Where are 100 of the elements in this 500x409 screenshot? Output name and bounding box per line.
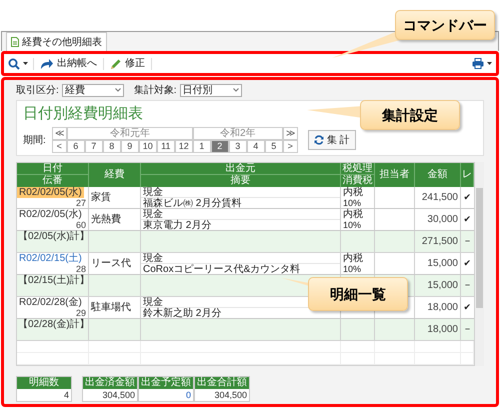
pencil-icon	[110, 58, 122, 70]
filter-label: 取引区分:	[16, 84, 59, 96]
callout-label: コマンドバー	[395, 10, 495, 40]
date-cell[interactable]: R02/02/05(水)	[19, 187, 82, 198]
printer-icon	[472, 58, 484, 69]
column-header: 税処理	[341, 163, 374, 175]
total-label: 出金合計額	[195, 377, 249, 389]
subtotal-label: 【02/15(土)計】	[17, 275, 91, 287]
total-value[interactable]: 0	[139, 389, 193, 401]
status-mark: −	[464, 280, 470, 291]
month-button[interactable]: 2	[210, 140, 229, 153]
search-button[interactable]	[8, 58, 34, 70]
aggregate-button[interactable]: 集 計	[308, 130, 356, 150]
toolbar-button[interactable]: 修正	[110, 58, 152, 70]
memo-cell-text: CoRoxコピーリース代&カウンタ料	[142, 264, 302, 275]
period-label: 期間:	[23, 134, 46, 146]
amount-cell: 15,000	[427, 258, 458, 269]
month-button[interactable]: 12	[174, 140, 193, 153]
caret-icon	[23, 62, 28, 65]
month-button[interactable]: 8	[102, 140, 121, 153]
year-header: 令和2年	[192, 127, 283, 140]
slip-number: 28	[74, 264, 87, 274]
date-cell[interactable]: R02/02/28(金)	[19, 297, 82, 308]
search-icon	[8, 58, 20, 70]
curved-arrow-icon	[40, 58, 54, 70]
check-mark: ✔	[464, 302, 472, 313]
column-header: 消費税	[342, 175, 374, 186]
total-value: 304,500	[83, 389, 137, 401]
source-cell: 現金	[141, 253, 340, 264]
memo-cell-text: 鈴木新之助 2月分	[142, 308, 222, 319]
expense-cell-text: 光熱費	[90, 214, 122, 225]
amount-cell: 241,500	[422, 192, 458, 203]
tax-cell-text: 内税	[342, 253, 364, 264]
month-button[interactable]: 9	[120, 140, 139, 153]
total-value: 304,500	[195, 389, 249, 401]
status-mark: −	[464, 236, 470, 247]
callout-label: 明細一覧	[308, 277, 408, 311]
chevron-down-icon	[114, 88, 121, 92]
month-button[interactable]: 4	[246, 140, 265, 153]
subtotal-amount: 15,000	[427, 280, 458, 291]
tax-cell-text: 内税	[342, 209, 364, 220]
slip-number: 60	[74, 220, 87, 230]
memo-cell-text: 福森ビル㈱ 2月分賃料	[142, 198, 242, 209]
dropdown[interactable]: 日付別	[180, 84, 242, 96]
callout-label: 集計設定	[360, 100, 460, 130]
month-button[interactable]: 10	[138, 140, 157, 153]
source-cell: 現金	[141, 209, 340, 220]
column-header: 経費	[104, 168, 126, 182]
date-cell[interactable]: R02/02/15(土)	[19, 253, 82, 264]
month-button[interactable]: 5	[264, 140, 283, 153]
caret-icon	[487, 62, 492, 65]
toolbar-button[interactable]: 出納帳へ	[40, 58, 104, 70]
chevron-down-icon	[232, 88, 239, 92]
document-tab[interactable]: 経費その他明細表	[6, 32, 107, 51]
period-nav-button[interactable]: ≪	[52, 127, 67, 140]
period-nav-button[interactable]: <	[52, 140, 67, 153]
expense-cell-text: 家賃	[90, 192, 112, 203]
dropdown[interactable]: 経費	[62, 84, 124, 96]
filter-label: 集計対象:	[134, 84, 177, 96]
memo-cell-text: 東京電力 2月分	[142, 220, 212, 231]
expense-cell-text: 駐車場代	[90, 302, 132, 313]
check-mark: ✔	[464, 192, 472, 203]
month-button[interactable]: 7	[84, 140, 103, 153]
scrollbar[interactable]	[475, 162, 484, 366]
subtotal-amount: 271,500	[422, 236, 458, 247]
period-nav-button[interactable]: >	[282, 140, 298, 153]
column-header: 金額	[426, 168, 448, 182]
subtotal-label: 【02/28(金)計】	[17, 319, 91, 331]
check-mark: ✔	[464, 258, 472, 269]
tax-rate-cell-text: 10%	[342, 198, 362, 208]
total-label: 出金予定額	[139, 377, 193, 389]
total-value: 4	[17, 389, 71, 401]
column-header: 摘要	[230, 175, 252, 186]
month-button[interactable]: 1	[192, 140, 211, 153]
tax-rate-cell-text: 10%	[342, 264, 362, 275]
period-nav-button[interactable]: ≫	[282, 127, 298, 140]
slip-number: 27	[74, 198, 87, 208]
document-icon	[11, 37, 19, 47]
refresh-icon	[314, 135, 324, 145]
total-label: 出金済金額	[83, 377, 137, 389]
status-mark: −	[464, 324, 470, 335]
column-header: 伝番	[42, 175, 64, 186]
subtotal-amount: 18,000	[427, 324, 458, 335]
print-button[interactable]	[472, 58, 492, 69]
month-button[interactable]: 6	[66, 140, 85, 153]
slip-number: 29	[74, 308, 87, 318]
amount-cell: 30,000	[427, 214, 458, 225]
subtotal-label: 【02/05(水)計】	[17, 231, 91, 243]
column-header: 担当者	[378, 168, 410, 182]
month-button[interactable]: 11	[156, 140, 175, 153]
column-header: 出金元	[141, 163, 340, 175]
tax-cell-text: 内税	[342, 187, 364, 198]
year-header: 令和元年	[66, 127, 193, 140]
month-button[interactable]: 3	[228, 140, 247, 153]
amount-cell: 18,000	[427, 302, 458, 313]
total-label: 明細数	[17, 377, 71, 389]
date-cell[interactable]: R02/02/05(水)	[19, 209, 82, 220]
check-mark: ✔	[464, 214, 472, 225]
report-title: 日付別経費明細表	[23, 104, 143, 124]
column-header: 日付	[17, 163, 88, 175]
